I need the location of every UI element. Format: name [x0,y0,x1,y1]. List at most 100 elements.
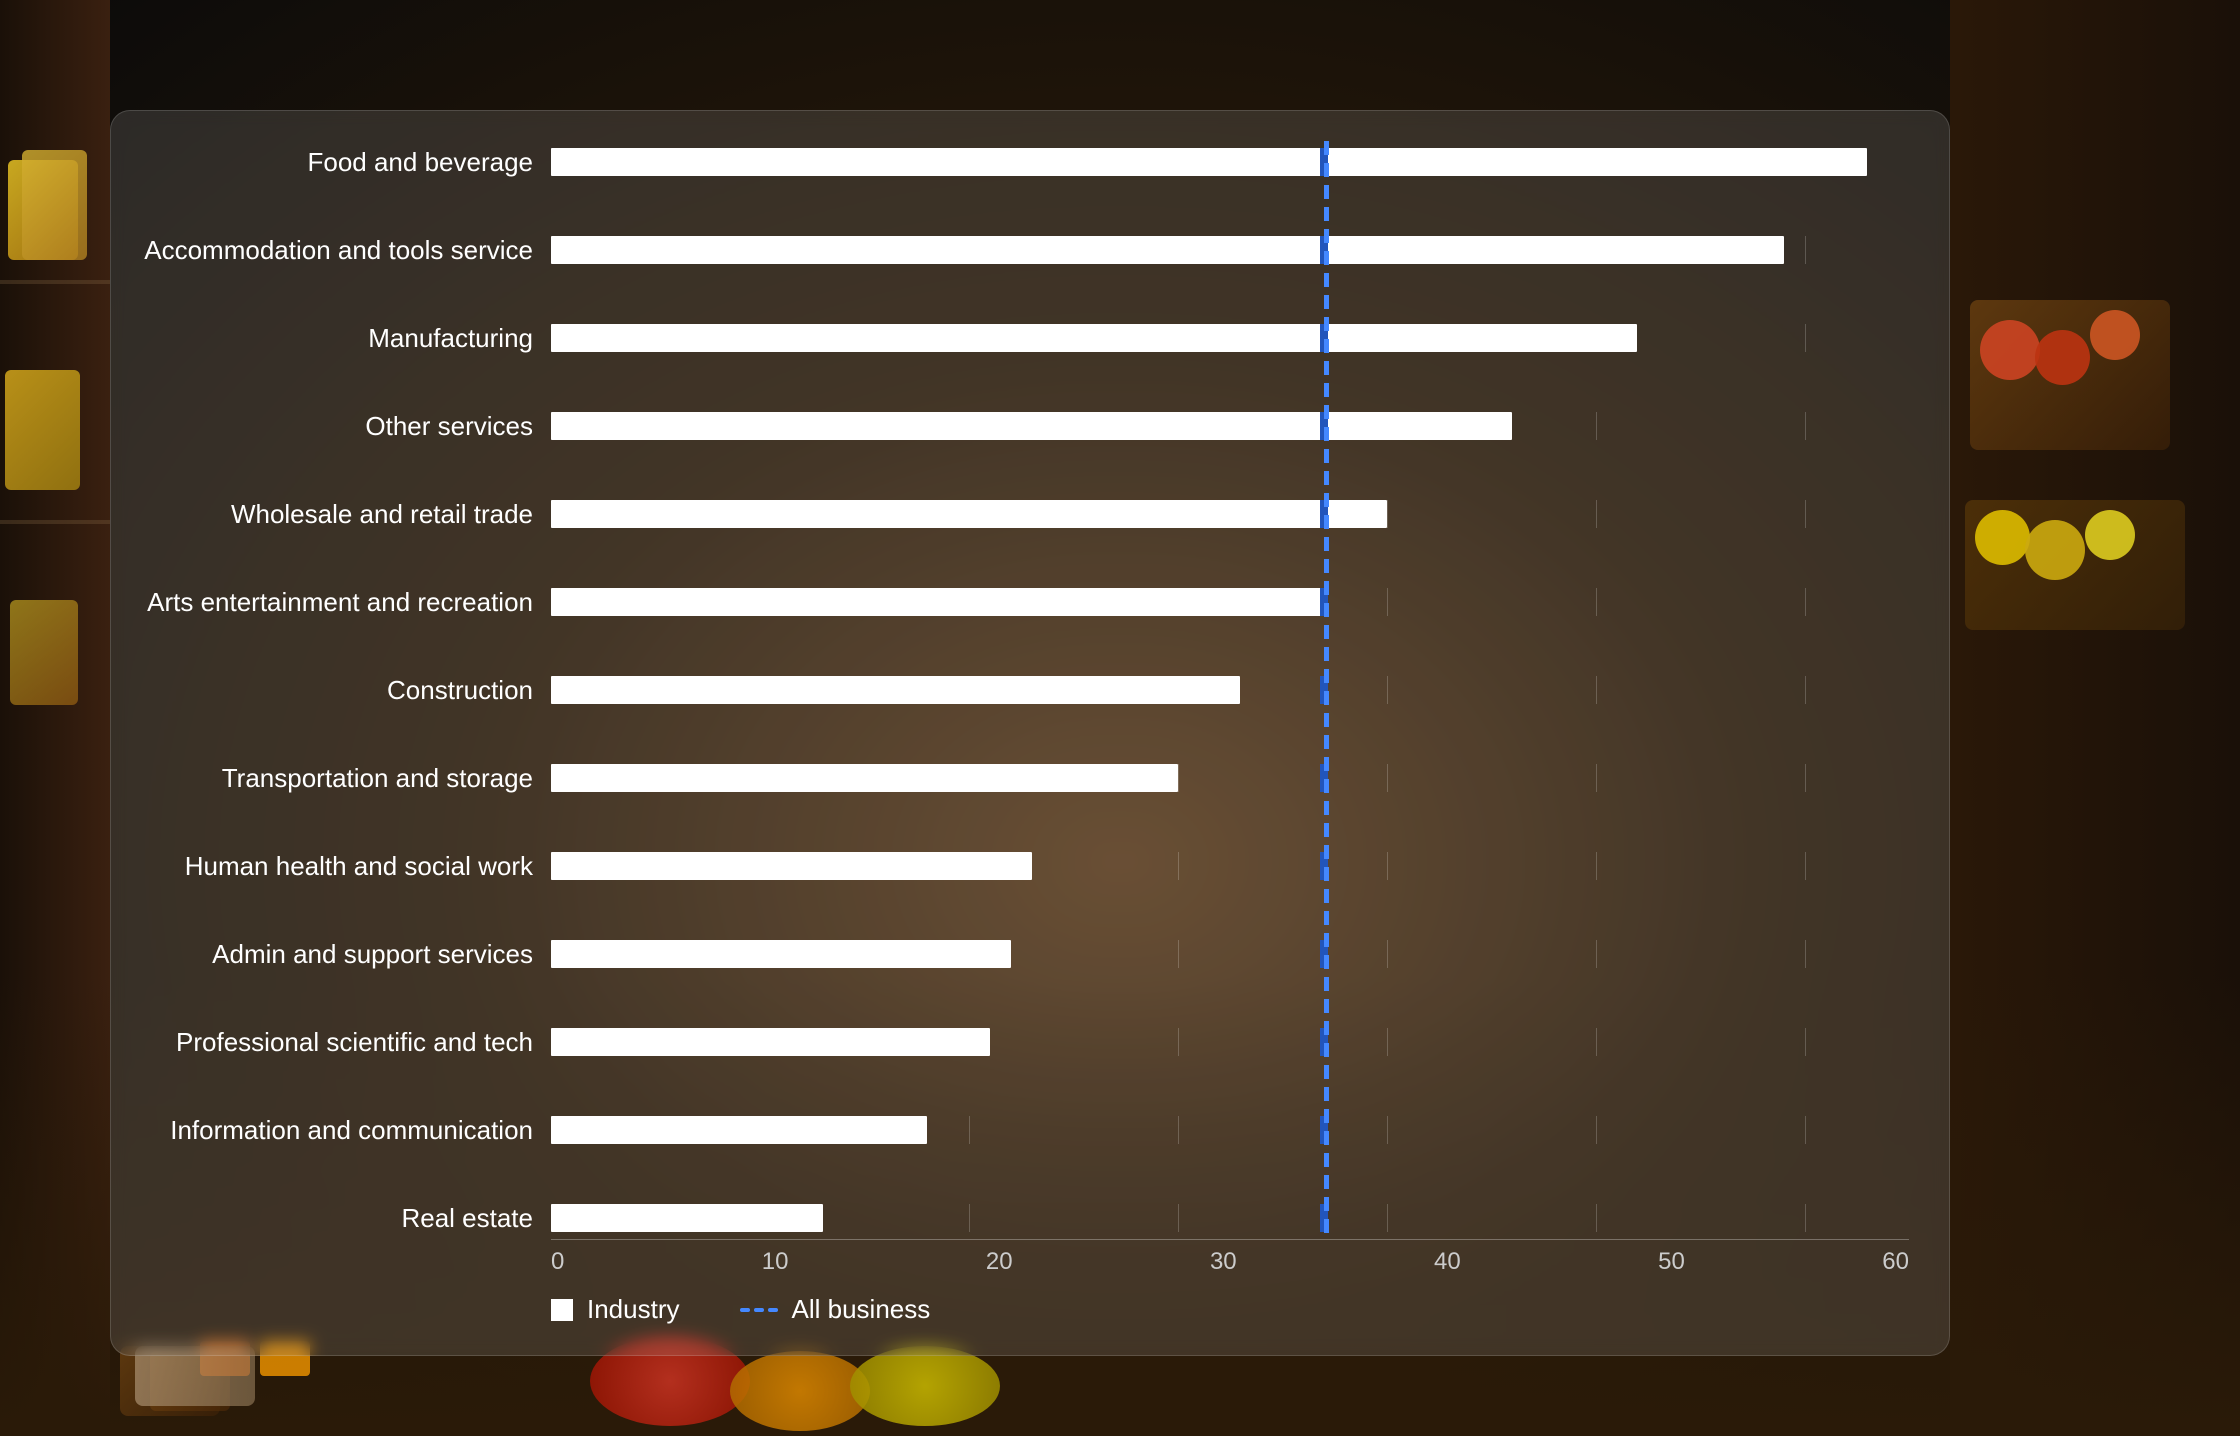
grid-line [1805,940,1806,968]
grid-line [1805,1204,1806,1232]
chart-area: Food and beverage Accommodation and tools… [131,141,1909,1239]
apple-2 [2035,330,2090,385]
bar-row: Professional scientific and tech [131,1021,1909,1063]
bar-row: Manufacturing [131,317,1909,359]
grid-line [1596,1204,1597,1232]
grid-line [1805,412,1806,440]
grid-line [1596,764,1597,792]
chart-panel: Food and beverage Accommodation and tools… [110,110,1950,1356]
grid-line [1805,324,1806,352]
x-axis-label: 50 [1658,1248,1685,1276]
legend-dash-group [740,1308,778,1312]
bar-marker [1320,1204,1328,1232]
grid-line [1596,588,1597,616]
grid-line [969,1204,970,1232]
bar-marker [1320,236,1328,264]
bar-track [551,852,1909,880]
bar-track [551,324,1909,352]
jar-2 [22,150,87,260]
bar-row: Food and beverage [131,141,1909,183]
bar-track [551,1028,1909,1056]
x-axis-label: 30 [1210,1248,1237,1276]
bar-marker [1320,940,1328,968]
jar-3 [5,370,80,490]
bar-track [551,588,1909,616]
grid-line [1805,852,1806,880]
bar-track [551,148,1909,176]
legend-all-business-label: All business [792,1294,931,1325]
bar-label: Human health and social work [131,851,551,882]
bar-marker [1320,148,1328,176]
bar-row: Wholesale and retail trade [131,493,1909,535]
grid-line [1178,1116,1179,1144]
grid-line [1596,1028,1597,1056]
bar-label: Food and beverage [131,147,551,178]
bar-fill [551,1116,927,1144]
x-axis-label: 0 [551,1248,564,1276]
shelf-line-2 [0,520,110,524]
grid-line [1387,852,1388,880]
grid-line [1178,1028,1179,1056]
bar-marker [1320,676,1328,704]
grid-line [1805,500,1806,528]
bar-label: Construction [131,675,551,706]
bar-fill [551,852,1032,880]
fruit-1 [1975,510,2030,565]
bar-fill [551,148,1867,176]
lemon-bag [850,1346,1000,1426]
x-axis: 0102030405060 [551,1239,1909,1276]
bar-label: Transportation and storage [131,763,551,794]
legend-dash-3 [768,1308,778,1312]
bar-fill [551,324,1637,352]
apple-1 [1980,320,2040,380]
bar-row: Information and communication [131,1109,1909,1151]
grid-line [1178,1204,1179,1232]
bar-fill [551,412,1512,440]
bar-track [551,236,1909,264]
bar-row: Real estate [131,1197,1909,1239]
bar-label: Admin and support services [131,939,551,970]
bar-fill [551,500,1387,528]
grid-line [1387,1204,1388,1232]
bar-track [551,1204,1909,1232]
bar-row: Admin and support services [131,933,1909,975]
bar-track [551,412,1909,440]
grid-line [1178,764,1179,792]
bar-label: Other services [131,411,551,442]
bar-label: Wholesale and retail trade [131,499,551,530]
bar-track [551,676,1909,704]
fruit-2 [2025,520,2085,580]
bar-row: Other services [131,405,1909,447]
grid-line [1805,676,1806,704]
x-axis-label: 60 [1882,1248,1909,1276]
legend-industry: Industry [551,1294,680,1325]
bar-label: Information and communication [131,1115,551,1146]
bar-marker [1320,852,1328,880]
legend: Industry All business [131,1276,1909,1325]
bar-marker [1320,412,1328,440]
grid-line [1596,852,1597,880]
grid-line [1596,676,1597,704]
bar-fill [551,1028,990,1056]
bar-fill [551,588,1324,616]
bar-row: Accommodation and tools service [131,229,1909,271]
apple-3 [2090,310,2140,360]
grid-line [1387,1028,1388,1056]
grid-line [1387,940,1388,968]
grid-line [1805,236,1806,264]
bar-row: Arts entertainment and recreation [131,581,1909,623]
bar-marker [1320,500,1328,528]
grid-line [1596,412,1597,440]
grid-line [1387,1116,1388,1144]
bar-label: Professional scientific and tech [131,1027,551,1058]
jar-4 [10,600,78,705]
bar-row: Human health and social work [131,845,1909,887]
bar-track [551,1116,1909,1144]
bar-fill [551,940,1011,968]
x-axis-label: 20 [986,1248,1013,1276]
grid-line [1387,500,1388,528]
bar-label: Real estate [131,1203,551,1234]
bar-label: Accommodation and tools service [131,235,551,266]
bar-track [551,940,1909,968]
grid-line [1805,1116,1806,1144]
